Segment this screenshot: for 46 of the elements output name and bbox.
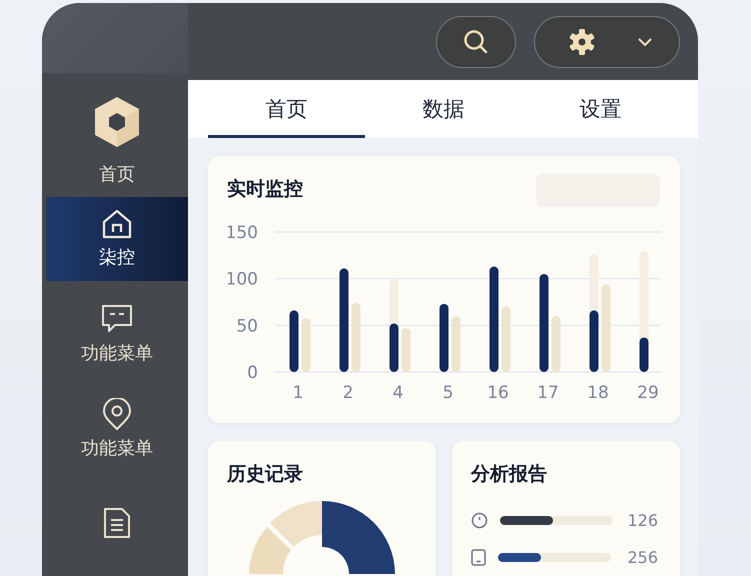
tab[interactable]: 数据	[365, 80, 522, 138]
axis-tick-label: 18	[587, 383, 609, 403]
axis-tick-label: 2	[342, 383, 354, 403]
bar	[402, 328, 410, 372]
card-title: 分析报告	[471, 462, 548, 487]
sidebar-item[interactable]: 功能菜单	[46, 292, 188, 376]
home-icon	[101, 209, 133, 240]
card-title: 历史记录	[227, 462, 304, 487]
axis-tick-label: 1	[292, 383, 304, 403]
axis-tick-label: 5	[442, 383, 454, 403]
search-button[interactable]	[436, 16, 516, 68]
bar	[440, 304, 448, 372]
axis-tick-label: 16	[487, 383, 509, 403]
bar	[290, 310, 298, 372]
sidebar-item[interactable]: 柒控	[46, 197, 188, 282]
sidebar-item-label: 功能菜单	[81, 436, 153, 460]
bar	[552, 316, 560, 372]
axis-tick-label: 0	[247, 363, 258, 383]
tab[interactable]: 设置	[522, 80, 679, 138]
clock-icon	[471, 512, 488, 529]
axis-tick-label: 50	[236, 316, 258, 336]
document-icon	[103, 507, 131, 540]
bar	[302, 318, 310, 372]
chat-bubble-icon	[101, 302, 133, 335]
location-pin-icon	[102, 398, 132, 430]
sidebar-item-label: 首页	[99, 163, 135, 186]
value-label: 256	[627, 548, 659, 567]
axis-tick-label: 4	[392, 383, 404, 403]
axis-tick-label: 17	[537, 383, 559, 403]
settings-icon	[569, 28, 595, 54]
tablet-icon	[471, 549, 486, 566]
search-icon	[463, 28, 489, 54]
bar	[452, 316, 460, 372]
sidebar-item[interactable]: 首页	[46, 93, 188, 190]
axis-tick-label: 29	[637, 383, 659, 403]
sidebar-item[interactable]: 功能菜单	[46, 386, 188, 470]
hexagon-logo-icon	[94, 96, 140, 148]
chevron-icon	[637, 36, 653, 46]
sidebar-item-label: 功能菜单	[81, 342, 153, 365]
sidebar-item-label: 柒控	[99, 246, 135, 270]
tab[interactable]: 首页	[208, 80, 365, 138]
card-title: 实时监控	[227, 177, 303, 202]
settings-button[interactable]	[534, 16, 680, 68]
bar	[502, 306, 510, 372]
bar	[352, 302, 360, 372]
value-label: 126	[627, 511, 659, 530]
